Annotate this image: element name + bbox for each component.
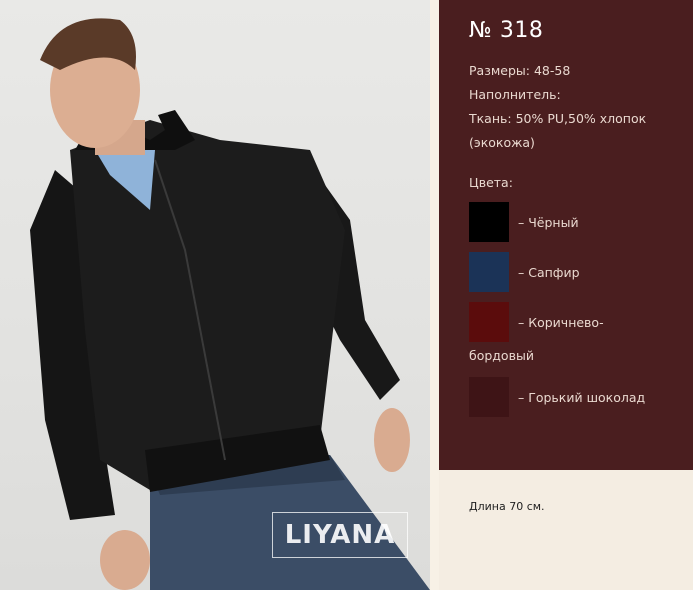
color-label-brown-burgundy: – Коричнево- <box>518 315 604 330</box>
fabric-note: (экокожа) <box>469 135 535 150</box>
colors-heading: Цвета: <box>469 175 513 190</box>
color-label-black: – Чёрный <box>518 215 579 230</box>
color-swatch-brown-burgundy[interactable] <box>469 302 509 342</box>
color-label-dark-chocolate: – Горький шоколад <box>518 390 646 405</box>
sizes-text: Размеры: 48-58 <box>469 63 571 78</box>
separator <box>430 0 439 590</box>
model-illustration <box>30 18 430 590</box>
color-swatch-black[interactable] <box>469 202 509 242</box>
color-swatch-dark-chocolate[interactable] <box>469 377 509 417</box>
product-info-panel: № 318 Размеры: 48-58 Наполнитель: Ткань:… <box>439 0 693 470</box>
filler-text: Наполнитель: <box>469 87 561 102</box>
brand-logo: LIYANA <box>272 512 408 558</box>
color-label-sapphire: – Сапфир <box>518 265 580 280</box>
product-photo: LIYANA <box>0 0 430 590</box>
color-swatch-sapphire[interactable] <box>469 252 509 292</box>
fabric-text: Ткань: 50% PU,50% хлопок <box>469 111 647 126</box>
footer-area: Длина 70 см. <box>439 470 693 590</box>
product-number: № 318 <box>469 18 544 43</box>
color-label-brown-burgundy-cont: бордовый <box>469 348 534 363</box>
length-text: Длина 70 см. <box>469 500 545 513</box>
